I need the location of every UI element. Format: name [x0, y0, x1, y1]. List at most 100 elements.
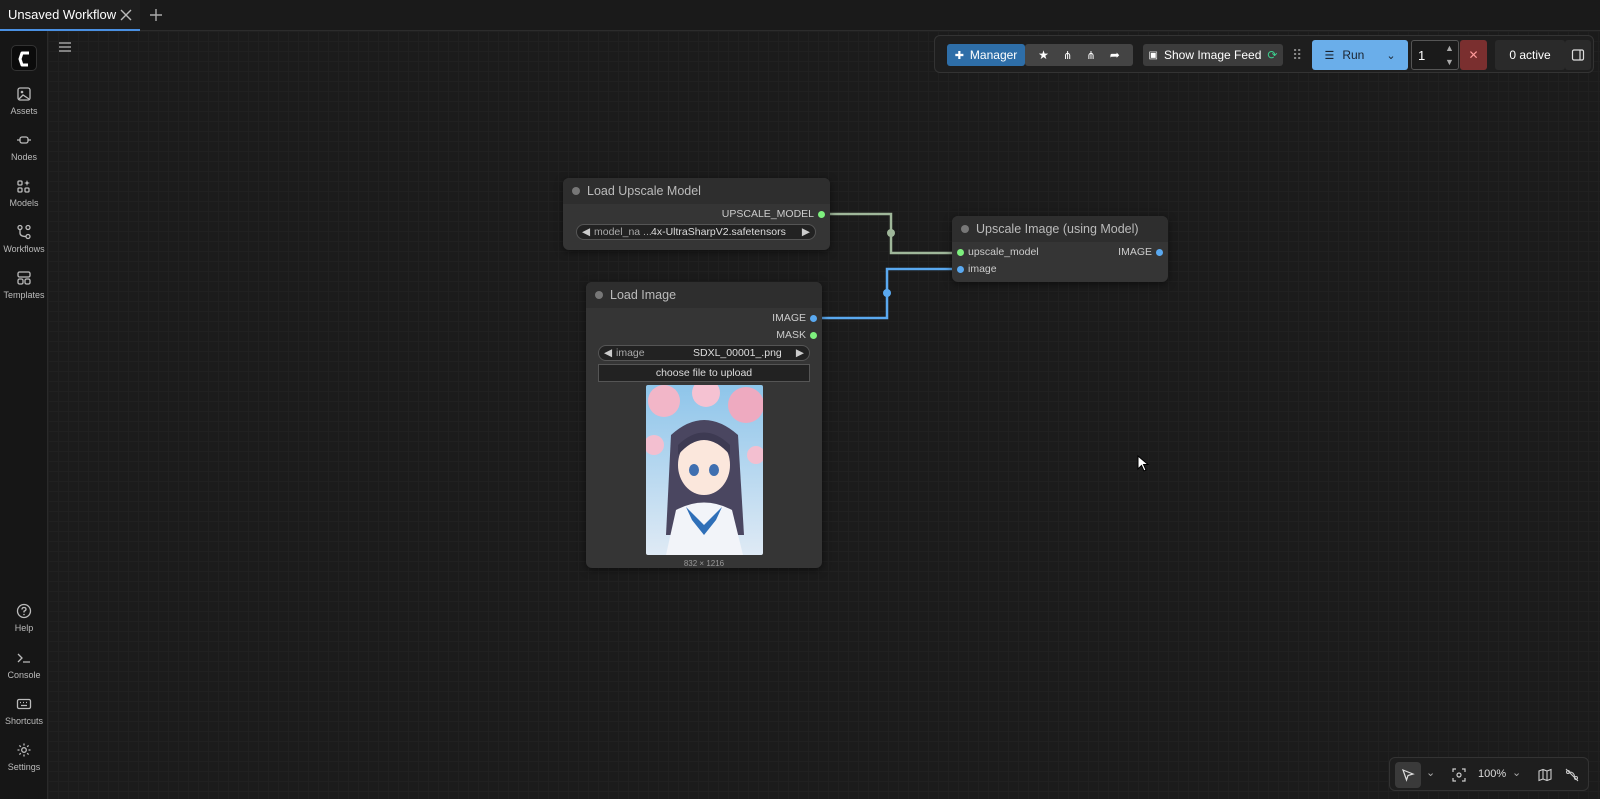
- help-icon: [16, 603, 32, 619]
- output-label-image: IMAGE: [1118, 246, 1152, 258]
- model-name-combo[interactable]: ◀ model_na ... 4x-UltraSharpV2.safetenso…: [576, 224, 816, 240]
- arrow-left-icon[interactable]: ◀: [604, 347, 612, 359]
- minimap-icon[interactable]: [1538, 768, 1552, 782]
- cancel-button[interactable]: ✕: [1460, 40, 1487, 70]
- active-queue-button[interactable]: 0 active: [1495, 40, 1565, 70]
- output-slot-upscale-model[interactable]: [818, 211, 825, 218]
- sidebar-item-models[interactable]: Models: [0, 178, 48, 222]
- show-image-feed-button[interactable]: ▣ Show Image Feed ⟳: [1143, 44, 1283, 66]
- image-preview: [646, 385, 763, 555]
- chevron-down-icon[interactable]: ⌄: [1386, 49, 1395, 62]
- sidebar-item-workflows[interactable]: Workflows: [0, 224, 48, 268]
- pointer-icon: [1401, 768, 1415, 782]
- sidebar-item-shortcuts[interactable]: Shortcuts: [0, 696, 48, 740]
- tab-bar: Unsaved Workflow: [0, 0, 1600, 31]
- input-slot-image[interactable]: [957, 266, 964, 273]
- arrow-right-icon[interactable]: ▶: [802, 226, 810, 238]
- run-button[interactable]: ☰ Run ⌄: [1312, 40, 1408, 70]
- sidebar-item-settings[interactable]: Settings: [0, 742, 48, 786]
- node-title-text: Upscale Image (using Model): [976, 222, 1139, 236]
- combo-name: model_na ...: [594, 226, 652, 238]
- node-upscale-image[interactable]: Upscale Image (using Model) upscale_mode…: [952, 216, 1168, 282]
- upload-button[interactable]: choose file to upload: [598, 364, 810, 382]
- output-label: UPSCALE_MODEL: [721, 208, 814, 220]
- image-combo[interactable]: ◀ image SDXL_00001_.png ▶: [598, 345, 810, 361]
- node-icon: [17, 136, 31, 144]
- template-icon: [17, 271, 31, 285]
- sidebar-item-console[interactable]: Console: [0, 650, 48, 694]
- refresh-icon: ⟳: [1267, 48, 1278, 62]
- queue-count-input[interactable]: 1 ▲ ▼: [1411, 40, 1459, 70]
- plus-icon[interactable]: [148, 7, 164, 23]
- input-label-image: image: [968, 263, 997, 275]
- console-icon: [17, 653, 30, 663]
- decrement-icon[interactable]: ▼: [1445, 57, 1454, 67]
- puzzle-icon: ✚: [954, 49, 964, 62]
- sidebar-item-label: Nodes: [10, 152, 37, 162]
- increment-icon[interactable]: ▲: [1445, 43, 1454, 53]
- tab-title: Unsaved Workflow: [8, 7, 117, 22]
- fit-view-icon[interactable]: [1452, 768, 1466, 782]
- comfy-logo[interactable]: [11, 45, 37, 71]
- models-icon: [17, 180, 30, 193]
- zoom-level[interactable]: 100%: [1478, 768, 1506, 780]
- sidebar-item-label: Templates: [3, 290, 45, 300]
- manager-button[interactable]: ✚ Manager: [947, 44, 1025, 66]
- queue-count-value: 1: [1418, 48, 1426, 63]
- star-icon[interactable]: ★: [1038, 48, 1049, 62]
- share-icon[interactable]: ➦: [1110, 48, 1120, 62]
- mouse-cursor-icon: [1137, 455, 1149, 472]
- panel-icon: [1571, 49, 1585, 61]
- keyboard-icon: [16, 698, 32, 710]
- active-label: 0 active: [1509, 48, 1551, 62]
- input-slot-upscale-model[interactable]: [957, 249, 964, 256]
- sidebar-item-nodes[interactable]: Nodes: [0, 132, 48, 176]
- output-slot-image[interactable]: [810, 315, 817, 322]
- output-slot-mask[interactable]: [810, 332, 817, 339]
- top-toolbar: ✚ Manager ★ ⋔ ⋔ ➦ ▣ Show Image Feed ⟳ ⠿ …: [934, 35, 1594, 73]
- combo-name: image: [616, 347, 645, 359]
- manager-label: Manager: [969, 48, 1018, 62]
- nodes-map-icon[interactable]: ⋔: [1063, 49, 1072, 62]
- close-icon[interactable]: [119, 8, 133, 22]
- arrow-left-icon[interactable]: ◀: [582, 226, 590, 238]
- run-icon: ☰: [1324, 49, 1335, 62]
- node-title[interactable]: Load Upscale Model: [563, 178, 830, 204]
- sidebar-item-assets[interactable]: Assets: [0, 86, 48, 130]
- hide-links-icon[interactable]: [1565, 768, 1579, 782]
- toggle-panel-button[interactable]: [1565, 40, 1591, 70]
- output-label-mask: MASK: [776, 329, 806, 341]
- sidebar-item-label: Settings: [7, 762, 41, 772]
- chevron-down-icon[interactable]: ⌄: [1426, 766, 1435, 779]
- gallery-icon: ▣: [1148, 49, 1158, 61]
- output-slot-image[interactable]: [1156, 249, 1163, 256]
- manager-icon-group: ★ ⋔ ⋔ ➦: [1025, 44, 1133, 66]
- combo-value: 4x-UltraSharpV2.safetensors: [651, 226, 786, 238]
- image-size-label: 832 × 1216: [683, 559, 725, 568]
- arrow-right-icon[interactable]: ▶: [796, 347, 804, 359]
- sidebar: Assets Nodes Models Workflows Templates …: [0, 31, 48, 799]
- sidebar-item-label: Assets: [10, 106, 38, 116]
- select-tool-button[interactable]: [1395, 762, 1421, 788]
- node-load-upscale-model[interactable]: Load Upscale Model UPSCALE_MODEL ◀ model…: [563, 178, 830, 250]
- output-label-image: IMAGE: [772, 312, 806, 324]
- collapse-dot[interactable]: [595, 291, 603, 299]
- node-title[interactable]: Upscale Image (using Model): [952, 216, 1168, 242]
- chevron-down-icon[interactable]: ⌄: [1512, 766, 1521, 779]
- sidebar-item-label: Console: [7, 670, 41, 680]
- close-icon: ✕: [1468, 48, 1479, 62]
- node-title-text: Load Upscale Model: [587, 184, 701, 198]
- collapse-dot[interactable]: [572, 187, 580, 195]
- drag-handle-icon[interactable]: ⠿: [1292, 47, 1302, 64]
- canvas-controls: ⌄ 100% ⌄: [1389, 757, 1589, 791]
- model-map-icon[interactable]: ⋔: [1086, 49, 1095, 62]
- sidebar-item-templates[interactable]: Templates: [0, 270, 48, 314]
- node-title[interactable]: Load Image: [586, 282, 822, 308]
- run-label: Run: [1342, 48, 1365, 62]
- hamburger-menu-icon[interactable]: [58, 40, 72, 54]
- collapse-dot[interactable]: [961, 225, 969, 233]
- feed-label: Show Image Feed: [1164, 48, 1262, 62]
- graph-canvas[interactable]: [48, 31, 1600, 799]
- sidebar-item-help[interactable]: Help: [0, 603, 48, 647]
- node-load-image[interactable]: Load Image IMAGE MASK ◀ image SDXL_00001…: [586, 282, 822, 568]
